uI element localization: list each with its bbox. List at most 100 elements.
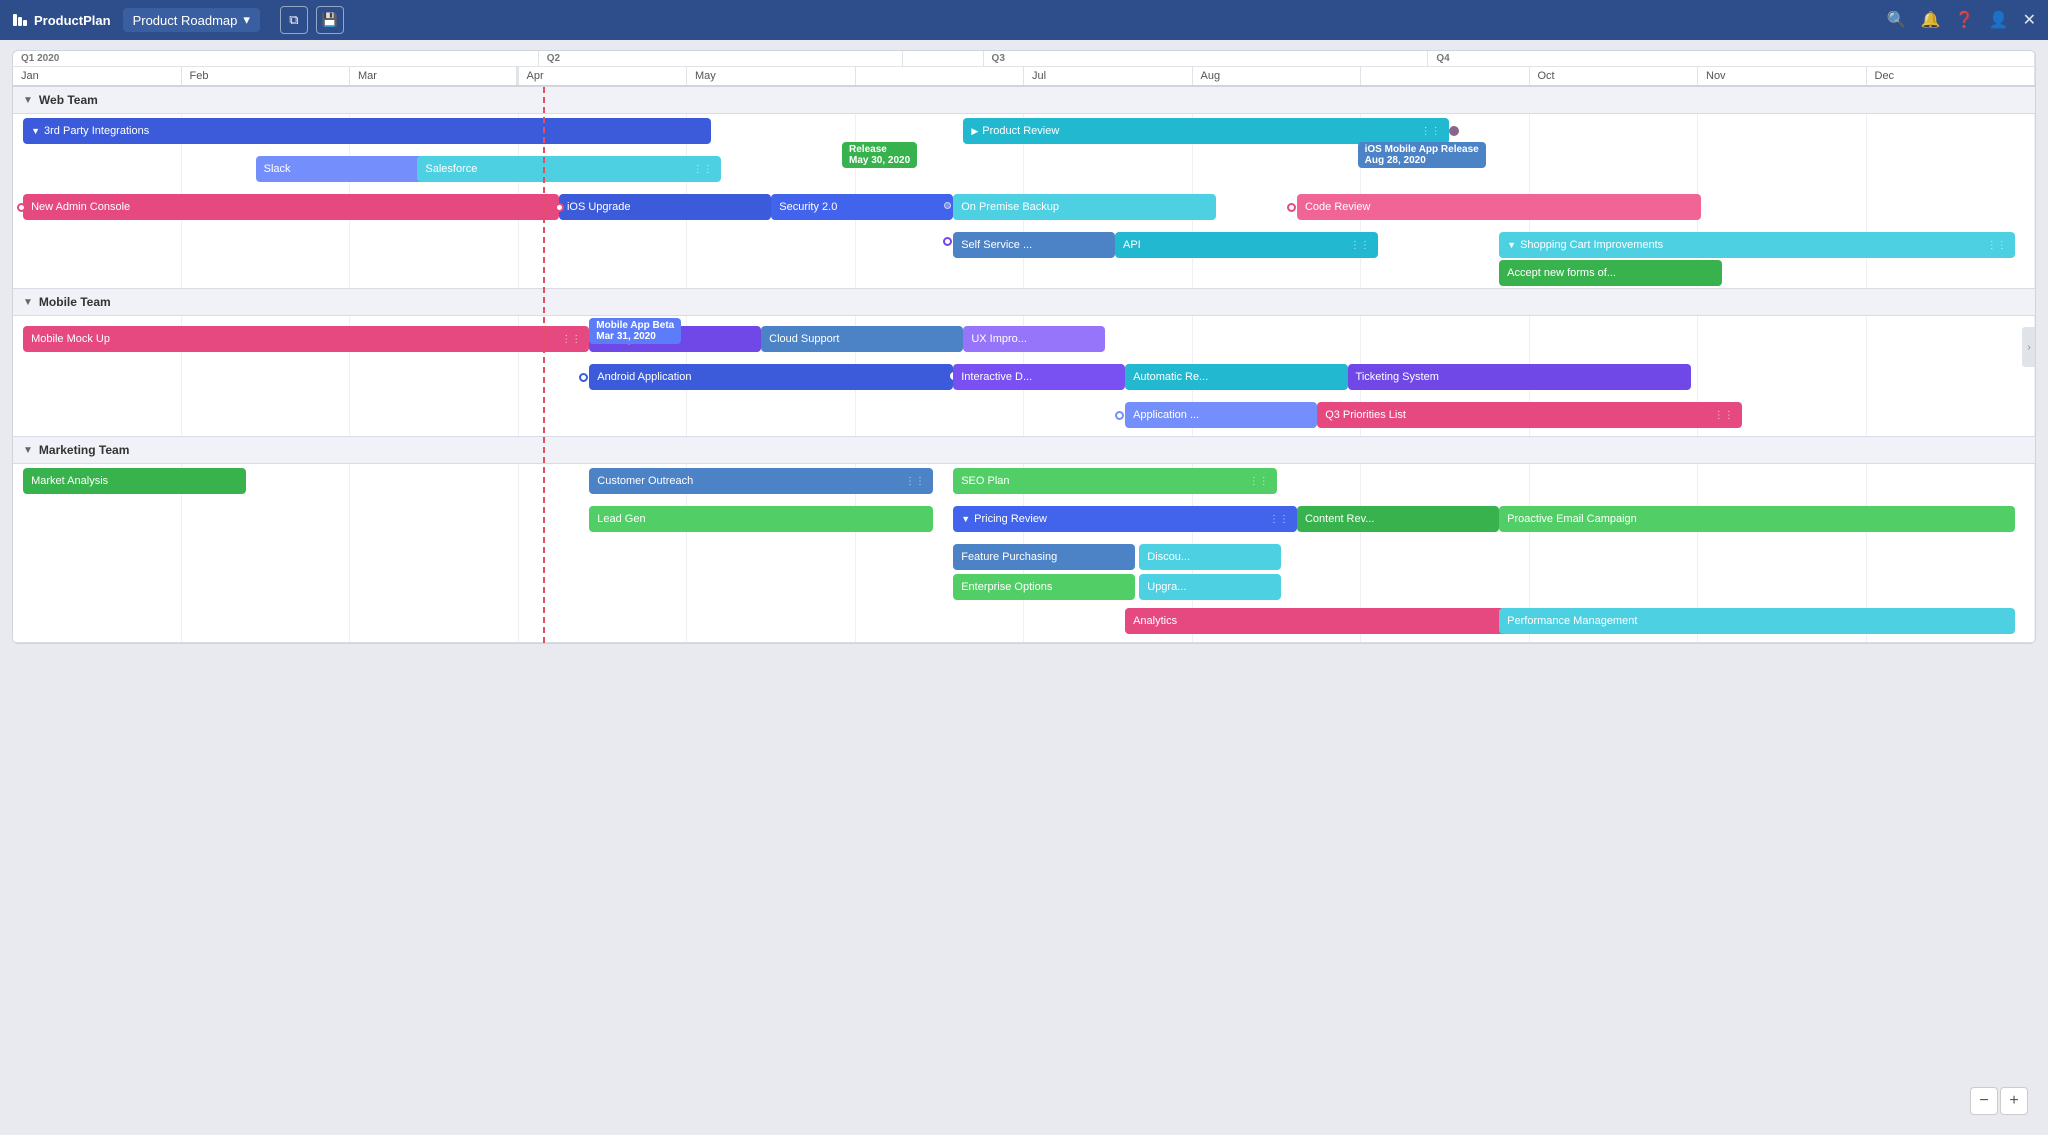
bar-product-review[interactable]: ▶ Product Review ⋮⋮ [963, 118, 1448, 144]
month-dec: Dec [1867, 67, 2036, 85]
web-team-chevron: ▼ [23, 95, 33, 106]
q2-header: Q2 [539, 51, 903, 66]
bar-android-app[interactable]: Android Application [589, 364, 953, 390]
bar-self-service[interactable]: Self Service ... [953, 232, 1115, 258]
team-mobile: ▼ Mobile Team Mobile App BetaMar 31, 202… [13, 289, 2035, 437]
q3-header: Q3 [984, 51, 1429, 66]
month-aug: Aug [1193, 67, 1362, 85]
bar-upgrade[interactable]: Upgra... [1139, 574, 1281, 600]
today-line [543, 87, 545, 643]
topnav-right: 🔍 🔔 ❓ 👤 ✕ [1887, 10, 2036, 30]
dot-new-admin-left [17, 203, 26, 212]
zoom-in-button[interactable]: + [2000, 1087, 2028, 1115]
scroll-right-tab[interactable]: › [2022, 327, 2036, 367]
brand[interactable]: ProductPlan [12, 12, 111, 28]
web-row-3: New Admin Console iOS Upgrade Security 2… [13, 190, 2035, 228]
bell-icon[interactable]: 🔔 [1921, 10, 1941, 30]
marketing-chevron: ▼ [23, 445, 33, 456]
month-feb: Feb [182, 67, 351, 85]
month-sep [1361, 67, 1530, 85]
marketing-row-1: Market Analysis Customer Outreach ⋮⋮ SEO… [13, 464, 2035, 502]
bar-menu-sc: ⋮⋮ [1987, 240, 2007, 251]
month-oct: Oct [1530, 67, 1699, 85]
main-content: Q1 2020 Q2 Q3 Q4 Jan Feb Mar Apr May Jul… [0, 40, 2048, 654]
bar-discount[interactable]: Discou... [1139, 544, 1281, 570]
pricing-chevron: ▼ [961, 514, 970, 524]
expand-icon-pr: ▶ [971, 126, 978, 137]
shopping-chevron: ▼ [1507, 240, 1516, 250]
bar-market-analysis[interactable]: Market Analysis [23, 468, 245, 494]
dropdown-chevron-icon: ▾ [243, 12, 250, 28]
gantt-chart: Q1 2020 Q2 Q3 Q4 Jan Feb Mar Apr May Jul… [12, 50, 2036, 644]
bar-menu-q3: ⋮⋮ [1714, 410, 1734, 421]
bar-onpremise[interactable]: On Premise Backup [953, 194, 1216, 220]
marketing-team-label: Marketing Team [39, 443, 129, 457]
bar-3rd-party[interactable]: ▼ 3rd Party Integrations [23, 118, 710, 144]
bar-menu-icon: ⋮⋮ [1421, 126, 1441, 137]
web-team-header[interactable]: ▼ Web Team [13, 87, 2035, 114]
bar-analytics[interactable]: Analytics [1125, 608, 1509, 634]
save-button[interactable]: 💾 [316, 6, 344, 34]
bar-application[interactable]: Application ... [1125, 402, 1317, 428]
close-icon[interactable]: ✕ [2023, 10, 2036, 30]
bar-new-admin[interactable]: New Admin Console [23, 194, 559, 220]
roadmap-dropdown[interactable]: Product Roadmap ▾ [123, 8, 260, 32]
bar-mobile-mockup[interactable]: Mobile Mock Up ⋮⋮ [23, 326, 589, 352]
month-jul: Jul [1024, 67, 1193, 85]
bar-performance-mgmt[interactable]: Performance Management [1499, 608, 2015, 634]
user-icon[interactable]: 👤 [1989, 10, 2009, 30]
marketing-team-header[interactable]: ▼ Marketing Team [13, 437, 2035, 464]
roadmap-title: Product Roadmap [133, 13, 238, 28]
bar-seo-plan[interactable]: SEO Plan ⋮⋮ [953, 468, 1277, 494]
bar-code-review[interactable]: Code Review [1297, 194, 1701, 220]
help-icon[interactable]: ❓ [1955, 10, 1975, 30]
mobile-row-2: Android Application Interactive D... Aut… [13, 360, 2035, 398]
bar-lead-gen[interactable]: Lead Gen [589, 506, 933, 532]
zoom-controls: − + [1970, 1087, 2028, 1115]
web-row-1: ▼ 3rd Party Integrations ▶ Product Revie… [13, 114, 2035, 152]
bar-feature-purchasing[interactable]: Feature Purchasing [953, 544, 1135, 570]
bar-pricing-review[interactable]: ▼ Pricing Review ⋮⋮ [953, 506, 1297, 532]
topnav: ProductPlan Product Roadmap ▾ ⧉ 💾 🔍 🔔 ❓ … [0, 0, 2048, 40]
bar-menu-api: ⋮⋮ [1350, 240, 1370, 251]
expand-icon: ▼ [31, 126, 40, 136]
bar-ios-upgrade[interactable]: iOS Upgrade [559, 194, 771, 220]
marketing-row-4: Analytics Performance Management [13, 604, 2035, 642]
q1-header: Q1 2020 [13, 51, 539, 66]
month-header-row: Jan Feb Mar Apr May Jul Aug Oct Nov Dec [13, 67, 2035, 87]
bar-cloud-support[interactable]: Cloud Support [761, 326, 963, 352]
dot-application [1115, 411, 1124, 420]
bar-shopping-cart[interactable]: ▼ Shopping Cart Improvements ⋮⋮ [1499, 232, 2015, 258]
bar-interactive-de[interactable]: Interactive D... [953, 364, 1125, 390]
bar-accept-forms[interactable]: Accept new forms of... [1499, 260, 1721, 286]
brand-name: ProductPlan [34, 13, 111, 28]
quarter-header-row: Q1 2020 Q2 Q3 Q4 [13, 51, 2035, 67]
bar-ux-impro2[interactable]: UX Impro... [963, 326, 1105, 352]
copy-button[interactable]: ⧉ [280, 6, 308, 34]
mobile-row-3: Application ... Q3 Priorities List ⋮⋮ [13, 398, 2035, 436]
month-apr: Apr [519, 67, 688, 85]
brand-icon [12, 12, 28, 28]
bar-q3-priorities[interactable]: Q3 Priorities List ⋮⋮ [1317, 402, 1742, 428]
web-row-4: Self Service ... API ⋮⋮ ▼ Shopping Cart … [13, 228, 2035, 288]
mobile-team-header[interactable]: ▼ Mobile Team [13, 289, 2035, 316]
mobile-chevron: ▼ [23, 297, 33, 308]
bar-security[interactable]: Security 2.0 [771, 194, 953, 220]
bar-customer-outreach[interactable]: Customer Outreach ⋮⋮ [589, 468, 933, 494]
team-web: ▼ Web Team ▼ 3rd Party Integrations [13, 87, 2035, 289]
team-marketing: ▼ Marketing Team Market Analysis Custome… [13, 437, 2035, 643]
zoom-out-button[interactable]: − [1970, 1087, 1998, 1115]
month-jun [856, 67, 1025, 85]
bar-ticketing[interactable]: Ticketing System [1348, 364, 1692, 390]
search-icon[interactable]: 🔍 [1887, 10, 1907, 30]
bar-api[interactable]: API ⋮⋮ [1115, 232, 1378, 258]
bar-automatic-re[interactable]: Automatic Re... [1125, 364, 1347, 390]
bar-proactive-email[interactable]: Proactive Email Campaign [1499, 506, 2015, 532]
bar-enterprise-options[interactable]: Enterprise Options [953, 574, 1135, 600]
bar-content-rev[interactable]: Content Rev... [1297, 506, 1499, 532]
bar-salesforce[interactable]: Salesforce ⋮⋮ [417, 156, 720, 182]
q4-header: Q4 [1428, 51, 2035, 66]
milestone-ios: iOS Mobile App ReleaseAug 28, 2020 [1358, 142, 1486, 168]
mobile-row-1: Mobile Mock Up ⋮⋮ UX Improve... Cloud Su… [13, 316, 2035, 360]
connector-dot-sec [944, 202, 951, 209]
